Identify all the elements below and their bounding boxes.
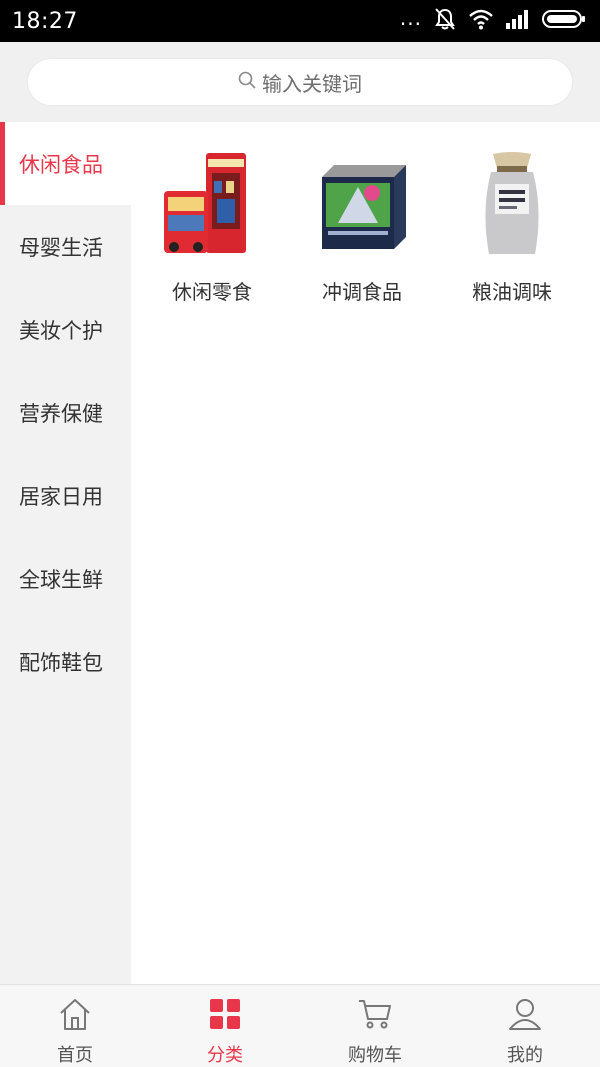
- tea-box-image: [312, 150, 412, 260]
- search-placeholder: 输入关键词: [262, 71, 362, 96]
- subcategory-grid: 休闲零食 冲调食品 粮油调味: [131, 122, 600, 305]
- red-tin-boxes-image: [162, 150, 262, 260]
- subcategory-instant-drinks[interactable]: 冲调食品: [287, 122, 437, 305]
- search-input[interactable]: 输入关键词: [28, 59, 572, 105]
- sidebar-item-label: 营养保健: [19, 401, 103, 426]
- signal-icon: [506, 9, 530, 33]
- subcategory-label: 休闲零食: [172, 280, 252, 304]
- sidebar-item-snack-food[interactable]: 休闲食品: [0, 122, 131, 205]
- subcategory-grain-oil[interactable]: 粮油调味: [437, 122, 587, 305]
- subcategory-panel: 休闲零食 冲调食品 粮油调味: [131, 122, 600, 984]
- sidebar-item-label: 全球生鲜: [19, 567, 103, 592]
- sidebar-item-label: 居家日用: [19, 484, 103, 509]
- salt-bag-image: [462, 150, 562, 260]
- sidebar-item-household[interactable]: 居家日用: [0, 454, 131, 537]
- wifi-icon: [468, 8, 494, 34]
- sidebar-item-accessories[interactable]: 配饰鞋包: [0, 620, 131, 703]
- status-icons: ...: [400, 7, 586, 35]
- tab-home[interactable]: 首页: [0, 985, 150, 1067]
- profile-icon: [507, 997, 543, 1035]
- sidebar-item-beauty-care[interactable]: 美妆个护: [0, 288, 131, 371]
- subcategory-label: 冲调食品: [322, 280, 402, 304]
- bottom-tab-bar: 首页 分类 购物车 我的: [0, 984, 600, 1067]
- tab-profile[interactable]: 我的: [450, 985, 600, 1067]
- sidebar-item-mother-baby[interactable]: 母婴生活: [0, 205, 131, 288]
- overflow-dots: ...: [399, 6, 422, 30]
- search-icon: [238, 71, 256, 93]
- sidebar-item-label: 美妆个护: [19, 318, 103, 343]
- status-bar: 18:27 ...: [0, 0, 600, 42]
- tab-category[interactable]: 分类: [150, 985, 300, 1067]
- tab-cart[interactable]: 购物车: [300, 985, 450, 1067]
- category-sidebar: 休闲食品 母婴生活 美妆个护 营养保健 居家日用 全球生鲜 配饰鞋包: [0, 122, 131, 984]
- sidebar-item-nutrition[interactable]: 营养保健: [0, 371, 131, 454]
- home-icon: [57, 997, 93, 1035]
- tab-label: 首页: [57, 1045, 93, 1066]
- sidebar-item-fresh[interactable]: 全球生鲜: [0, 537, 131, 620]
- battery-icon: [542, 9, 586, 33]
- search-area: 输入关键词: [0, 42, 600, 122]
- sidebar-item-label: 休闲食品: [19, 152, 103, 177]
- sidebar-item-label: 配饰鞋包: [19, 650, 103, 675]
- bell-muted-icon: [434, 7, 456, 35]
- subcategory-label: 粮油调味: [472, 280, 552, 304]
- subcategory-snacks[interactable]: 休闲零食: [137, 122, 287, 305]
- tab-label: 我的: [507, 1045, 543, 1066]
- tab-label: 分类: [207, 1045, 243, 1066]
- sidebar-item-label: 母婴生活: [19, 235, 103, 260]
- tab-label: 购物车: [348, 1045, 402, 1066]
- status-time: 18:27: [12, 8, 78, 34]
- category-grid-icon: [208, 997, 242, 1035]
- cart-icon: [357, 997, 393, 1035]
